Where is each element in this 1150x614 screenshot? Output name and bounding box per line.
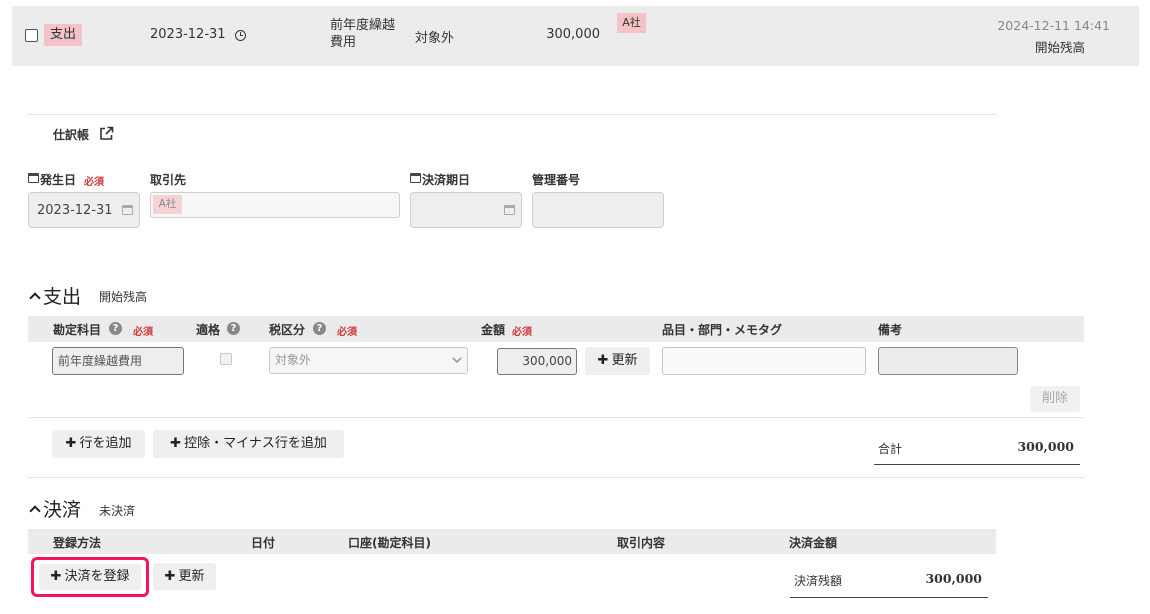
entry-date: 2023-12-31 [150,27,226,42]
divider [28,477,1084,478]
add-row-button-label: 行を追加 [79,436,132,451]
occurrence-date-label: 発生日 [40,173,77,187]
divider [28,417,1084,418]
register-settlement-label: 決済を登録 [64,569,130,584]
balance-label: 決済残額 [794,574,843,588]
management-no-input[interactable] [532,192,664,228]
settlement-section-title[interactable]: 決済 [43,495,81,522]
header-items: 品目・部門・メモタグ [662,323,783,337]
plus-icon: ✚ [597,353,609,368]
journal-label[interactable]: 仕訳帳 [53,126,89,143]
header-method: 登録方法 [53,536,102,550]
required-badge: 必須 [512,327,532,338]
entry-tax: 対象外 [415,31,455,46]
help-icon[interactable]: ? [227,322,240,335]
tax-select[interactable]: 対象外 [269,347,468,374]
expense-section-title[interactable]: 支出 [43,282,81,309]
settlement-table-header [28,529,996,554]
settlement-update-button[interactable]: ✚ 更新 [153,563,216,590]
account-input[interactable]: 前年度繰越費用 [52,347,184,375]
required-badge: 必須 [337,327,357,338]
expense-table-header [28,316,1084,342]
entry-amount: 300,000 [546,27,600,42]
external-link-icon[interactable] [99,126,114,141]
calendar-icon [410,173,421,183]
header-eligible: 適格 [196,323,221,337]
management-no-label: 管理番号 [532,173,581,187]
plus-icon: ✚ [164,569,176,584]
collapse-chevron-icon[interactable] [29,505,41,517]
clock-icon[interactable] [235,30,246,41]
total-label: 合計 [878,442,903,456]
partner-tag[interactable]: A社 [153,195,182,214]
help-icon[interactable]: ? [109,322,122,335]
header-tax: 税区分 [269,323,306,337]
total-underline [874,464,1080,465]
due-date-label: 決済期日 [422,173,471,187]
update-button[interactable]: ✚ 更新 [585,347,650,375]
help-icon[interactable]: ? [313,322,326,335]
header-account: 勘定科目 [53,323,102,337]
add-deduction-button-label: 控除・マイナス行を追加 [184,436,327,451]
plus-icon: ✚ [50,569,62,584]
occurrence-date-value: 2023-12-31 [37,203,113,218]
required-badge: 必須 [84,177,104,188]
entry-account: 前年度繰越費用 [330,18,396,50]
header-content: 取引内容 [617,536,666,550]
add-row-button[interactable]: ✚ 行を追加 [52,430,145,458]
partner-input[interactable] [150,192,400,218]
remarks-input[interactable] [878,347,1018,375]
entry-note: 開始残高 [1034,40,1085,55]
calendar-icon[interactable] [504,205,515,215]
delete-button[interactable]: 削除 [1030,386,1080,412]
plus-icon: ✚ [170,436,182,451]
total-value: 300,000 [1017,439,1074,454]
settlement-update-label: 更新 [178,569,205,584]
update-button-label: 更新 [611,353,638,368]
items-tag-input[interactable] [662,347,866,375]
entry-timestamp: 2024-12-11 14:41 [997,18,1110,33]
eligible-checkbox[interactable] [220,353,232,365]
calendar-icon[interactable] [122,205,133,215]
tax-select-value: 対象外 [275,353,312,367]
collapse-chevron-icon[interactable] [29,292,41,304]
chevron-down-icon[interactable] [452,357,462,364]
plus-icon: ✚ [65,436,77,451]
header-remarks: 備考 [878,323,903,337]
amount-input[interactable]: 300,000 [497,348,577,375]
balance-value: 300,000 [925,571,982,586]
settlement-section-subtitle: 未決済 [99,504,136,518]
header-amount: 金額 [481,323,506,337]
balance-underline [790,597,988,598]
header-account: 口座(勘定科目) [348,536,431,550]
partner-label: 取引先 [150,173,187,187]
header-date: 日付 [251,536,276,550]
header-amount: 決済金額 [789,536,838,550]
add-deduction-row-button[interactable]: ✚ 控除・マイナス行を追加 [153,430,344,458]
register-settlement-button[interactable]: ✚ 決済を登録 [39,564,141,590]
calendar-icon [28,173,39,183]
partner-tag: A社 [617,13,646,33]
entry-type-badge: 支出 [44,24,82,46]
divider [28,114,996,115]
entry-row-checkbox[interactable] [25,29,38,42]
required-badge: 必須 [133,327,153,338]
expense-section-subtitle: 開始残高 [99,290,148,304]
